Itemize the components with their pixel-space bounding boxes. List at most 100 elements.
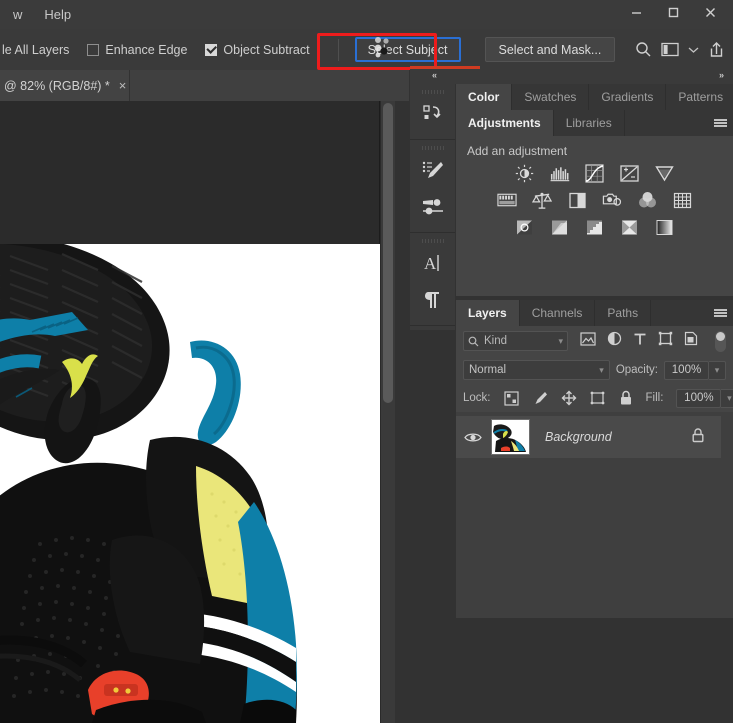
chevron-down-icon[interactable]: ▾ xyxy=(709,360,726,380)
close-icon[interactable]: × xyxy=(119,79,127,92)
lock-artboard-icon[interactable] xyxy=(590,391,606,406)
character-icon[interactable]: A xyxy=(410,244,455,281)
hue-saturation-icon[interactable] xyxy=(497,191,517,209)
maximize-icon[interactable] xyxy=(655,0,692,25)
filter-type-icon[interactable] xyxy=(633,332,647,351)
chevron-down-icon[interactable]: ▾ xyxy=(721,388,733,408)
fill-control[interactable]: 100% ▾ xyxy=(676,388,733,408)
share-icon[interactable] xyxy=(708,41,725,58)
brush-settings-icon[interactable] xyxy=(410,151,455,188)
select-subject-button[interactable]: Select Subject xyxy=(354,37,461,62)
opacity-label: Opacity: xyxy=(615,364,658,376)
drag-grip[interactable] xyxy=(410,237,455,244)
layers-list: Background xyxy=(456,412,733,608)
brightness-contrast-icon[interactable] xyxy=(515,164,535,182)
search-icon[interactable] xyxy=(635,41,652,58)
document-canvas[interactable] xyxy=(0,101,380,723)
adjustments-panel-tabs: Adjustments Libraries xyxy=(456,110,733,136)
sample-all-layers-option[interactable]: le All Layers xyxy=(2,43,69,57)
adjustment-row-3 xyxy=(456,218,733,236)
table-row[interactable]: Background xyxy=(456,416,721,458)
tab-channels[interactable]: Channels xyxy=(519,300,596,326)
lock-image-pixels-icon[interactable] xyxy=(532,390,548,406)
black-white-icon[interactable] xyxy=(567,191,587,209)
invert-icon[interactable] xyxy=(515,218,535,236)
filter-adjustment-icon[interactable] xyxy=(607,331,622,351)
canvas-gutter xyxy=(395,101,409,723)
filter-shape-icon[interactable] xyxy=(658,331,673,351)
layer-locked-icon[interactable] xyxy=(691,427,705,448)
brush-presets-icon[interactable] xyxy=(410,188,455,225)
object-subtract-checkbox[interactable] xyxy=(205,43,218,56)
enhance-edge-option[interactable]: Enhance Edge xyxy=(87,43,187,57)
menu-item-help[interactable]: Help xyxy=(33,4,82,26)
tab-adjustments[interactable]: Adjustments xyxy=(456,110,554,136)
tab-paths[interactable]: Paths xyxy=(595,300,652,326)
opacity-value[interactable]: 100% xyxy=(664,360,709,380)
layer-filter-row: Kind ▾ xyxy=(456,326,733,356)
threshold-icon[interactable] xyxy=(585,218,605,236)
gradient-map-icon[interactable] xyxy=(620,218,640,236)
selective-color-icon[interactable] xyxy=(655,218,675,236)
curves-icon[interactable] xyxy=(585,163,605,183)
layer-filter-type-icons xyxy=(580,331,698,351)
filter-image-icon[interactable] xyxy=(580,331,596,351)
layer-visibility-icon[interactable] xyxy=(462,431,484,444)
tab-gradients[interactable]: Gradients xyxy=(589,84,667,110)
layer-kind-filter[interactable]: Kind ▾ xyxy=(463,331,568,351)
color-balance-icon[interactable] xyxy=(532,191,552,209)
minimize-icon[interactable] xyxy=(618,0,655,25)
select-and-mask-button[interactable]: Select and Mask... xyxy=(484,37,616,62)
collapse-panels-icon[interactable]: « xyxy=(432,70,437,80)
tab-layers[interactable]: Layers xyxy=(456,300,520,326)
tab-libraries[interactable]: Libraries xyxy=(553,110,625,136)
fill-value[interactable]: 100% xyxy=(676,388,722,408)
lock-position-icon[interactable] xyxy=(561,390,577,406)
enhance-edge-label: Enhance Edge xyxy=(105,42,188,57)
tab-swatches[interactable]: Swatches xyxy=(512,84,590,110)
filter-smart-object-icon[interactable] xyxy=(684,331,698,351)
color-panel-tabs: Color Swatches Gradients Patterns xyxy=(456,84,733,110)
history-actions-icon[interactable] xyxy=(410,95,455,132)
lock-transparent-pixels-icon[interactable] xyxy=(503,390,519,406)
window-controls xyxy=(618,0,729,29)
blend-mode-select[interactable]: Normal ▾ xyxy=(463,360,610,380)
chevron-down-icon[interactable]: ▾ xyxy=(599,365,604,376)
enhance-edge-checkbox[interactable] xyxy=(87,43,100,56)
layer-thumbnail[interactable] xyxy=(491,419,530,455)
drag-grip[interactable] xyxy=(410,144,455,151)
posterize-icon[interactable] xyxy=(550,218,570,236)
chevron-down-icon[interactable] xyxy=(688,46,699,54)
channel-mixer-icon[interactable] xyxy=(637,191,657,209)
color-lookup-icon[interactable] xyxy=(672,191,692,209)
blend-mode-value: Normal xyxy=(469,364,507,376)
chevron-down-icon[interactable]: ▾ xyxy=(558,336,563,347)
levels-icon[interactable] xyxy=(550,164,570,182)
drag-grip[interactable] xyxy=(410,88,455,95)
expand-panels-icon[interactable]: » xyxy=(719,70,724,80)
canvas-vertical-scrollbar[interactable] xyxy=(381,101,395,723)
exposure-icon[interactable] xyxy=(620,164,640,182)
close-icon[interactable] xyxy=(692,0,729,25)
vibrance-icon[interactable] xyxy=(655,164,675,182)
panel-menu-icon[interactable] xyxy=(707,300,733,326)
filter-enable-toggle[interactable] xyxy=(715,330,726,352)
photo-filter-icon[interactable] xyxy=(602,191,622,209)
workspace-icon[interactable] xyxy=(661,42,679,57)
tab-patterns[interactable]: Patterns xyxy=(666,84,733,110)
paragraph-icon[interactable] xyxy=(410,281,455,318)
menu-bar: w Help xyxy=(0,4,82,26)
canvas-area[interactable] xyxy=(0,101,409,723)
panel-menu-icon[interactable] xyxy=(707,110,733,136)
menu-item-window[interactable]: w xyxy=(2,4,33,26)
document-tab[interactable]: @ 82% (RGB/8#) * × xyxy=(0,70,130,101)
fill-label: Fill: xyxy=(645,392,664,404)
object-subtract-option[interactable]: Object Subtract xyxy=(205,43,310,57)
opacity-control[interactable]: 100% ▾ xyxy=(664,360,726,380)
scrollbar-thumb[interactable] xyxy=(383,103,393,403)
tab-color[interactable]: Color xyxy=(456,84,513,110)
lock-row: Lock: Fill: 100% ▾ xyxy=(456,384,733,412)
lock-all-icon[interactable] xyxy=(619,390,633,406)
layer-name[interactable]: Background xyxy=(545,430,612,444)
sneaker-photo xyxy=(0,244,380,723)
